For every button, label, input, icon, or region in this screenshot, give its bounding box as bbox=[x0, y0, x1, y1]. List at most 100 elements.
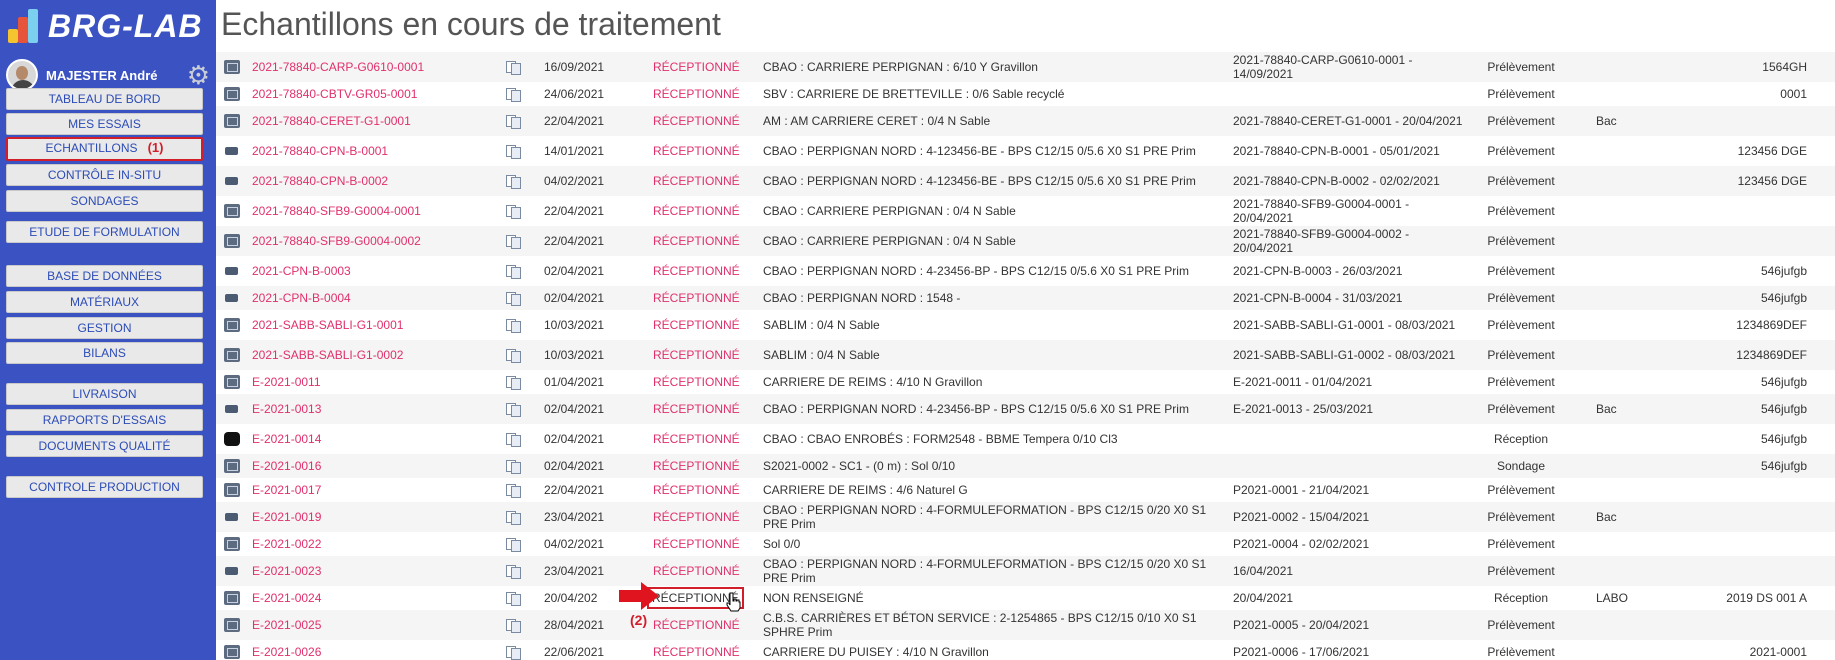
table-row[interactable]: E-2021-0017 22/04/2021 RÉCEPTIONNÉ CARRIERE… bbox=[216, 478, 1835, 502]
sample-code-link[interactable]: E-2021-0022 bbox=[252, 537, 321, 551]
sample-code-link[interactable]: 2021-78840-CBTV-GR05-0001 bbox=[252, 87, 417, 101]
status-text[interactable]: RÉCEPTIONNÉ bbox=[653, 564, 740, 578]
status-text[interactable]: RÉCEPTIONNÉ bbox=[653, 459, 740, 473]
status-text[interactable]: RÉCEPTIONNÉ bbox=[653, 483, 740, 497]
nav-sondages[interactable]: SONDAGES bbox=[6, 190, 203, 212]
nav-bilans[interactable]: BILANS bbox=[6, 342, 203, 364]
sample-code-link[interactable]: E-2021-0017 bbox=[252, 483, 321, 497]
nav-livraison[interactable]: LIVRAISON bbox=[6, 383, 203, 405]
table-row[interactable]: E-2021-0026 22/06/2021 RÉCEPTIONNÉ CARRIERE… bbox=[216, 640, 1835, 660]
sample-code-link[interactable]: E-2021-0025 bbox=[252, 618, 321, 632]
sample-code-link[interactable]: 2021-78840-CARP-G0610-0001 bbox=[252, 60, 424, 74]
sample-code-link[interactable]: 2021-SABB-SABLI-G1-0002 bbox=[252, 348, 403, 362]
status-text[interactable]: RÉCEPTIONNÉ bbox=[653, 204, 740, 218]
documents-icon[interactable] bbox=[506, 234, 521, 250]
table-row[interactable]: 2021-78840-CPN-B-0001 14/01/2021 RÉCEPTION… bbox=[216, 136, 1835, 166]
status-text[interactable]: RÉCEPTIONNÉ bbox=[653, 348, 740, 362]
sample-code-link[interactable]: 2021-78840-SFB9-G0004-0002 bbox=[252, 234, 421, 248]
sample-code-link[interactable]: E-2021-0013 bbox=[252, 402, 321, 416]
table-row[interactable]: E-2021-0016 02/04/2021 RÉCEPTIONNÉ S2021-00… bbox=[216, 454, 1835, 478]
status-text[interactable]: RÉCEPTIONNÉ bbox=[653, 432, 740, 446]
status-text[interactable]: RÉCEPTIONNÉ bbox=[653, 291, 740, 305]
nav-controle-in-situ[interactable]: CONTRÔLE IN-SITU bbox=[6, 164, 203, 186]
sample-code-link[interactable]: 2021-SABB-SABLI-G1-0001 bbox=[252, 318, 403, 332]
status-text[interactable]: RÉCEPTIONNÉ bbox=[653, 144, 740, 158]
status-text[interactable]: RÉCEPTIONNÉ bbox=[653, 645, 740, 659]
table-row[interactable]: 2021-78840-CERET-G1-0001 22/04/2021 RÉCEPT… bbox=[216, 106, 1835, 136]
status-text[interactable]: RÉCEPTIONNÉ bbox=[653, 318, 740, 332]
sample-code-link[interactable]: E-2021-0024 bbox=[252, 591, 321, 605]
documents-icon[interactable] bbox=[506, 114, 521, 130]
documents-icon[interactable] bbox=[506, 618, 521, 634]
documents-icon[interactable] bbox=[506, 144, 521, 160]
documents-icon[interactable] bbox=[506, 60, 521, 76]
nav-documents-qualite[interactable]: DOCUMENTS QUALITÉ bbox=[6, 435, 203, 457]
status-text[interactable]: RÉCEPTIONNÉ bbox=[653, 87, 740, 101]
nav-base-donnees[interactable]: BASE DE DONNÉES bbox=[6, 265, 203, 287]
table-row[interactable]: 2021-CPN-B-0004 02/04/2021 RÉCEPTIONNÉ CBAO… bbox=[216, 286, 1835, 310]
documents-icon[interactable] bbox=[506, 402, 521, 418]
status-text[interactable]: RÉCEPTIONNÉ bbox=[653, 114, 740, 128]
documents-icon[interactable] bbox=[506, 264, 521, 280]
avatar[interactable] bbox=[6, 59, 38, 91]
documents-icon[interactable] bbox=[506, 291, 521, 307]
samples-table-container[interactable]: 2021-78840-CARP-G0610-0001 16/09/2021 RÉCE… bbox=[216, 52, 1835, 660]
table-row[interactable]: E-2021-0025 28/04/2021 RÉCEPTIONNÉ C.B.S. C… bbox=[216, 610, 1835, 640]
documents-icon[interactable] bbox=[506, 483, 521, 499]
table-row[interactable]: 2021-SABB-SABLI-G1-0001 10/03/2021 RÉCEPTI… bbox=[216, 310, 1835, 340]
table-row[interactable]: E-2021-0014 02/04/2021 RÉCEPTIONNÉ CBAO : C… bbox=[216, 424, 1835, 454]
nav-etude-formulation[interactable]: ETUDE DE FORMULATION bbox=[6, 221, 203, 243]
table-row[interactable]: E-2021-0022 04/02/2021 RÉCEPTIONNÉ Sol 0/0 P… bbox=[216, 532, 1835, 556]
documents-icon[interactable] bbox=[506, 564, 521, 580]
nav-controle-production[interactable]: CONTROLE PRODUCTION bbox=[6, 476, 203, 498]
sample-code-link[interactable]: 2021-78840-CPN-B-0001 bbox=[252, 144, 388, 158]
status-text[interactable]: RÉCEPTIONNÉ bbox=[653, 618, 740, 632]
sample-code-link[interactable]: 2021-CPN-B-0003 bbox=[252, 264, 351, 278]
table-row[interactable]: 2021-CPN-B-0003 02/04/2021 RÉCEPTIONNÉ CBAO… bbox=[216, 256, 1835, 286]
table-row[interactable]: 2021-78840-CPN-B-0002 04/02/2021 RÉCEPTION… bbox=[216, 166, 1835, 196]
status-text[interactable]: RÉCEPTIONNÉ bbox=[653, 402, 740, 416]
documents-icon[interactable] bbox=[506, 645, 521, 660]
sample-code-link[interactable]: E-2021-0026 bbox=[252, 645, 321, 659]
sample-code-link[interactable]: 2021-78840-SFB9-G0004-0001 bbox=[252, 204, 421, 218]
status-text[interactable]: RÉCEPTIONNÉ bbox=[653, 510, 740, 524]
status-text[interactable]: RÉCEPTIONNÉ bbox=[653, 537, 740, 551]
table-row[interactable]: 2021-SABB-SABLI-G1-0002 10/03/2021 RÉCEPTI… bbox=[216, 340, 1835, 370]
table-row[interactable]: 2021-78840-CBTV-GR05-0001 24/06/2021 RÉCEP… bbox=[216, 82, 1835, 106]
table-row[interactable]: E-2021-0013 02/04/2021 RÉCEPTIONNÉ CBAO : P… bbox=[216, 394, 1835, 424]
nav-materiaux[interactable]: MATÉRIAUX bbox=[6, 291, 203, 313]
documents-icon[interactable] bbox=[506, 87, 521, 103]
documents-icon[interactable] bbox=[506, 348, 521, 364]
documents-icon[interactable] bbox=[506, 318, 521, 334]
table-row[interactable]: 2021-78840-SFB9-G0004-0002 22/04/2021 RÉCE… bbox=[216, 226, 1835, 256]
sample-code-link[interactable]: E-2021-0019 bbox=[252, 510, 321, 524]
documents-icon[interactable] bbox=[506, 204, 521, 220]
documents-icon[interactable] bbox=[506, 174, 521, 190]
nav-mes-essais[interactable]: MES ESSAIS bbox=[6, 113, 203, 135]
documents-icon[interactable] bbox=[506, 591, 521, 607]
table-row[interactable]: 2021-78840-SFB9-G0004-0001 22/04/2021 RÉCE… bbox=[216, 196, 1835, 226]
status-text[interactable]: RÉCEPTIONNÉ bbox=[653, 174, 740, 188]
table-row[interactable]: E-2021-0023 23/04/2021 RÉCEPTIONNÉ CBAO : P… bbox=[216, 556, 1835, 586]
sample-code-link[interactable]: 2021-78840-CERET-G1-0001 bbox=[252, 114, 411, 128]
table-row[interactable]: E-2021-0024 20/04/202 RÉCEPTIONNÉ NON RENSE… bbox=[216, 586, 1835, 610]
gear-icon[interactable]: ⚙ bbox=[187, 62, 210, 88]
documents-icon[interactable] bbox=[506, 432, 521, 448]
nav-gestion[interactable]: GESTION bbox=[6, 317, 203, 339]
table-row[interactable]: E-2021-0011 01/04/2021 RÉCEPTIONNÉ CARRIERE… bbox=[216, 370, 1835, 394]
documents-icon[interactable] bbox=[506, 537, 521, 553]
sample-code-link[interactable]: 2021-78840-CPN-B-0002 bbox=[252, 174, 388, 188]
status-text[interactable]: RÉCEPTIONNÉ bbox=[653, 264, 740, 278]
documents-icon[interactable] bbox=[506, 510, 521, 526]
sample-code-link[interactable]: E-2021-0011 bbox=[252, 375, 321, 389]
nav-echantillons[interactable]: ECHANTILLONS (1) bbox=[6, 137, 203, 161]
nav-rapports-essais[interactable]: RAPPORTS D'ESSAIS bbox=[6, 409, 203, 431]
sample-code-link[interactable]: E-2021-0023 bbox=[252, 564, 321, 578]
documents-icon[interactable] bbox=[506, 375, 521, 391]
brand-logo[interactable]: BRG-LAB bbox=[6, 6, 203, 46]
documents-icon[interactable] bbox=[506, 459, 521, 475]
sample-code-link[interactable]: 2021-CPN-B-0004 bbox=[252, 291, 351, 305]
table-row[interactable]: E-2021-0019 23/04/2021 RÉCEPTIONNÉ CBAO : P… bbox=[216, 502, 1835, 532]
status-text[interactable]: RÉCEPTIONNÉ bbox=[653, 234, 740, 248]
status-text[interactable]: RÉCEPTIONNÉ bbox=[653, 375, 740, 389]
